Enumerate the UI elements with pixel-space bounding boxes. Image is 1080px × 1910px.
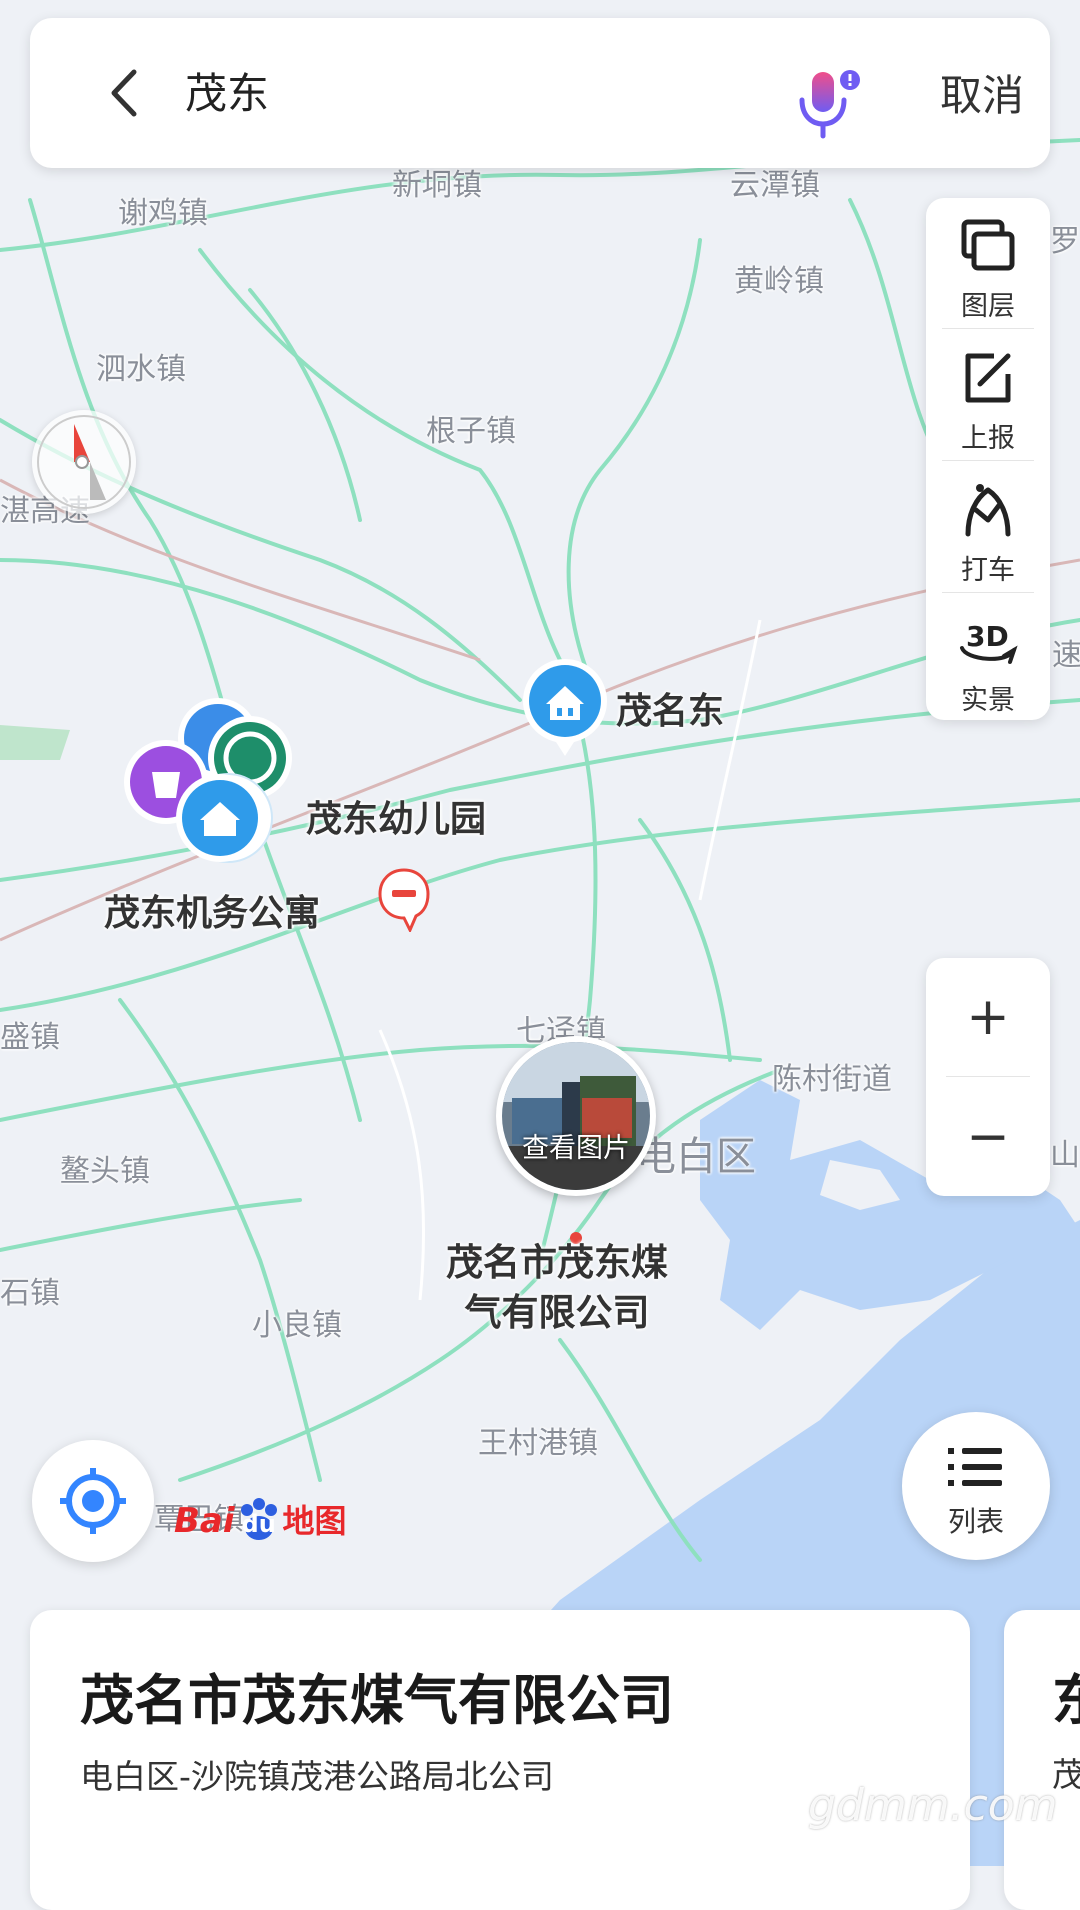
locate-button[interactable] <box>32 1440 154 1562</box>
logo-text-bai: Bai <box>174 1501 235 1541</box>
map-label-luo: 罗 <box>1050 224 1080 259</box>
logo-text-map: 地图 <box>282 1502 347 1540</box>
map-label-xiaoliang: 小良镇 <box>252 1308 342 1343</box>
result-address: 电白区-沙院镇茂港公路局北公司 <box>80 1757 554 1796</box>
streetview-3d-button[interactable]: 3D 实景 <box>926 598 1050 728</box>
result-title: 茂名市茂东煤气有限公司 <box>80 1669 674 1732</box>
zoom-out-button[interactable]: − <box>926 1078 1050 1196</box>
poi-station-marker[interactable] <box>520 656 610 760</box>
map-toolbox: 图层 上报 打车 3D 实景 <box>926 198 1050 720</box>
poi-label-gas-company[interactable]: 茂名市茂东煤 气有限公司 <box>446 1238 668 1338</box>
report-icon <box>965 353 1011 403</box>
result-card-next[interactable]: 东 茂 <box>1004 1610 1080 1910</box>
report-label: 上报 <box>961 423 1015 454</box>
map-label-sheng: 盛镇 <box>0 1020 60 1055</box>
map-label-sishui: 泗水镇 <box>96 352 186 387</box>
list-button[interactable]: 列表 <box>902 1412 1050 1560</box>
compass-button[interactable] <box>32 410 136 514</box>
svg-text:3D: 3D <box>966 620 1009 653</box>
watermark: gdmm.com <box>808 1780 1058 1831</box>
view-photo-pin[interactable]: 查看图片 <box>496 1036 656 1196</box>
taxi-icon <box>965 484 1011 537</box>
3d-label: 实景 <box>961 685 1015 716</box>
map-label-wangcun: 王村港镇 <box>478 1426 598 1461</box>
layers-button[interactable]: 图层 <box>926 204 1050 334</box>
cancel-button[interactable]: 取消 <box>940 62 1024 123</box>
list-label: 列表 <box>947 1505 1004 1538</box>
microphone-icon[interactable] <box>790 66 860 146</box>
map-label-genzi: 根子镇 <box>426 414 516 449</box>
compass-icon <box>37 415 131 509</box>
3d-icon: 3D <box>960 620 1018 664</box>
poi-cluster-markers[interactable] <box>118 694 298 874</box>
map-label-aotou: 鳌头镇 <box>60 1154 150 1189</box>
zoom-control: + − <box>926 958 1050 1196</box>
map-label-chencun: 陈村街道 <box>772 1062 892 1097</box>
result-next-title: 东 <box>1052 1669 1080 1732</box>
photo-thumbnail <box>502 1042 650 1190</box>
taxi-label: 打车 <box>961 555 1015 586</box>
logo-text-du: du <box>241 1509 276 1538</box>
map-label-su: 速 <box>1052 638 1080 673</box>
no-entry-icon <box>378 868 430 932</box>
result-card[interactable]: 茂名市茂东煤气有限公司 电白区-沙院镇茂港公路局北公司 <box>30 1610 970 1910</box>
map-label-xieji: 谢鸡镇 <box>118 196 208 231</box>
baidu-map-logo: Bai du 地图 <box>174 1496 347 1556</box>
taxi-button[interactable]: 打车 <box>926 468 1050 598</box>
layers-icon <box>961 219 1015 271</box>
logo-paw: du <box>235 1497 283 1548</box>
search-input[interactable]: 茂东 <box>185 60 269 121</box>
map-label-shishi: 石镇 <box>0 1276 60 1311</box>
search-bar: 茂东 取消 <box>30 18 1050 168</box>
locate-icon <box>60 1468 126 1534</box>
poi-label-maoming-east[interactable]: 茂名东 <box>616 682 724 734</box>
list-icon <box>948 1448 1002 1486</box>
layers-label: 图层 <box>961 291 1015 322</box>
map-label-shan: 山 <box>1050 1138 1080 1173</box>
back-icon[interactable] <box>90 58 160 128</box>
report-button[interactable]: 上报 <box>926 336 1050 466</box>
map-label-huangling: 黄岭镇 <box>734 264 824 299</box>
view-photo-label: 查看图片 <box>522 1133 630 1164</box>
zoom-in-button[interactable]: + <box>926 958 1050 1076</box>
poi-label-kindergarten[interactable]: 茂东幼儿园 <box>306 790 486 842</box>
poi-label-apartment[interactable]: 茂东机务公寓 <box>104 884 320 936</box>
